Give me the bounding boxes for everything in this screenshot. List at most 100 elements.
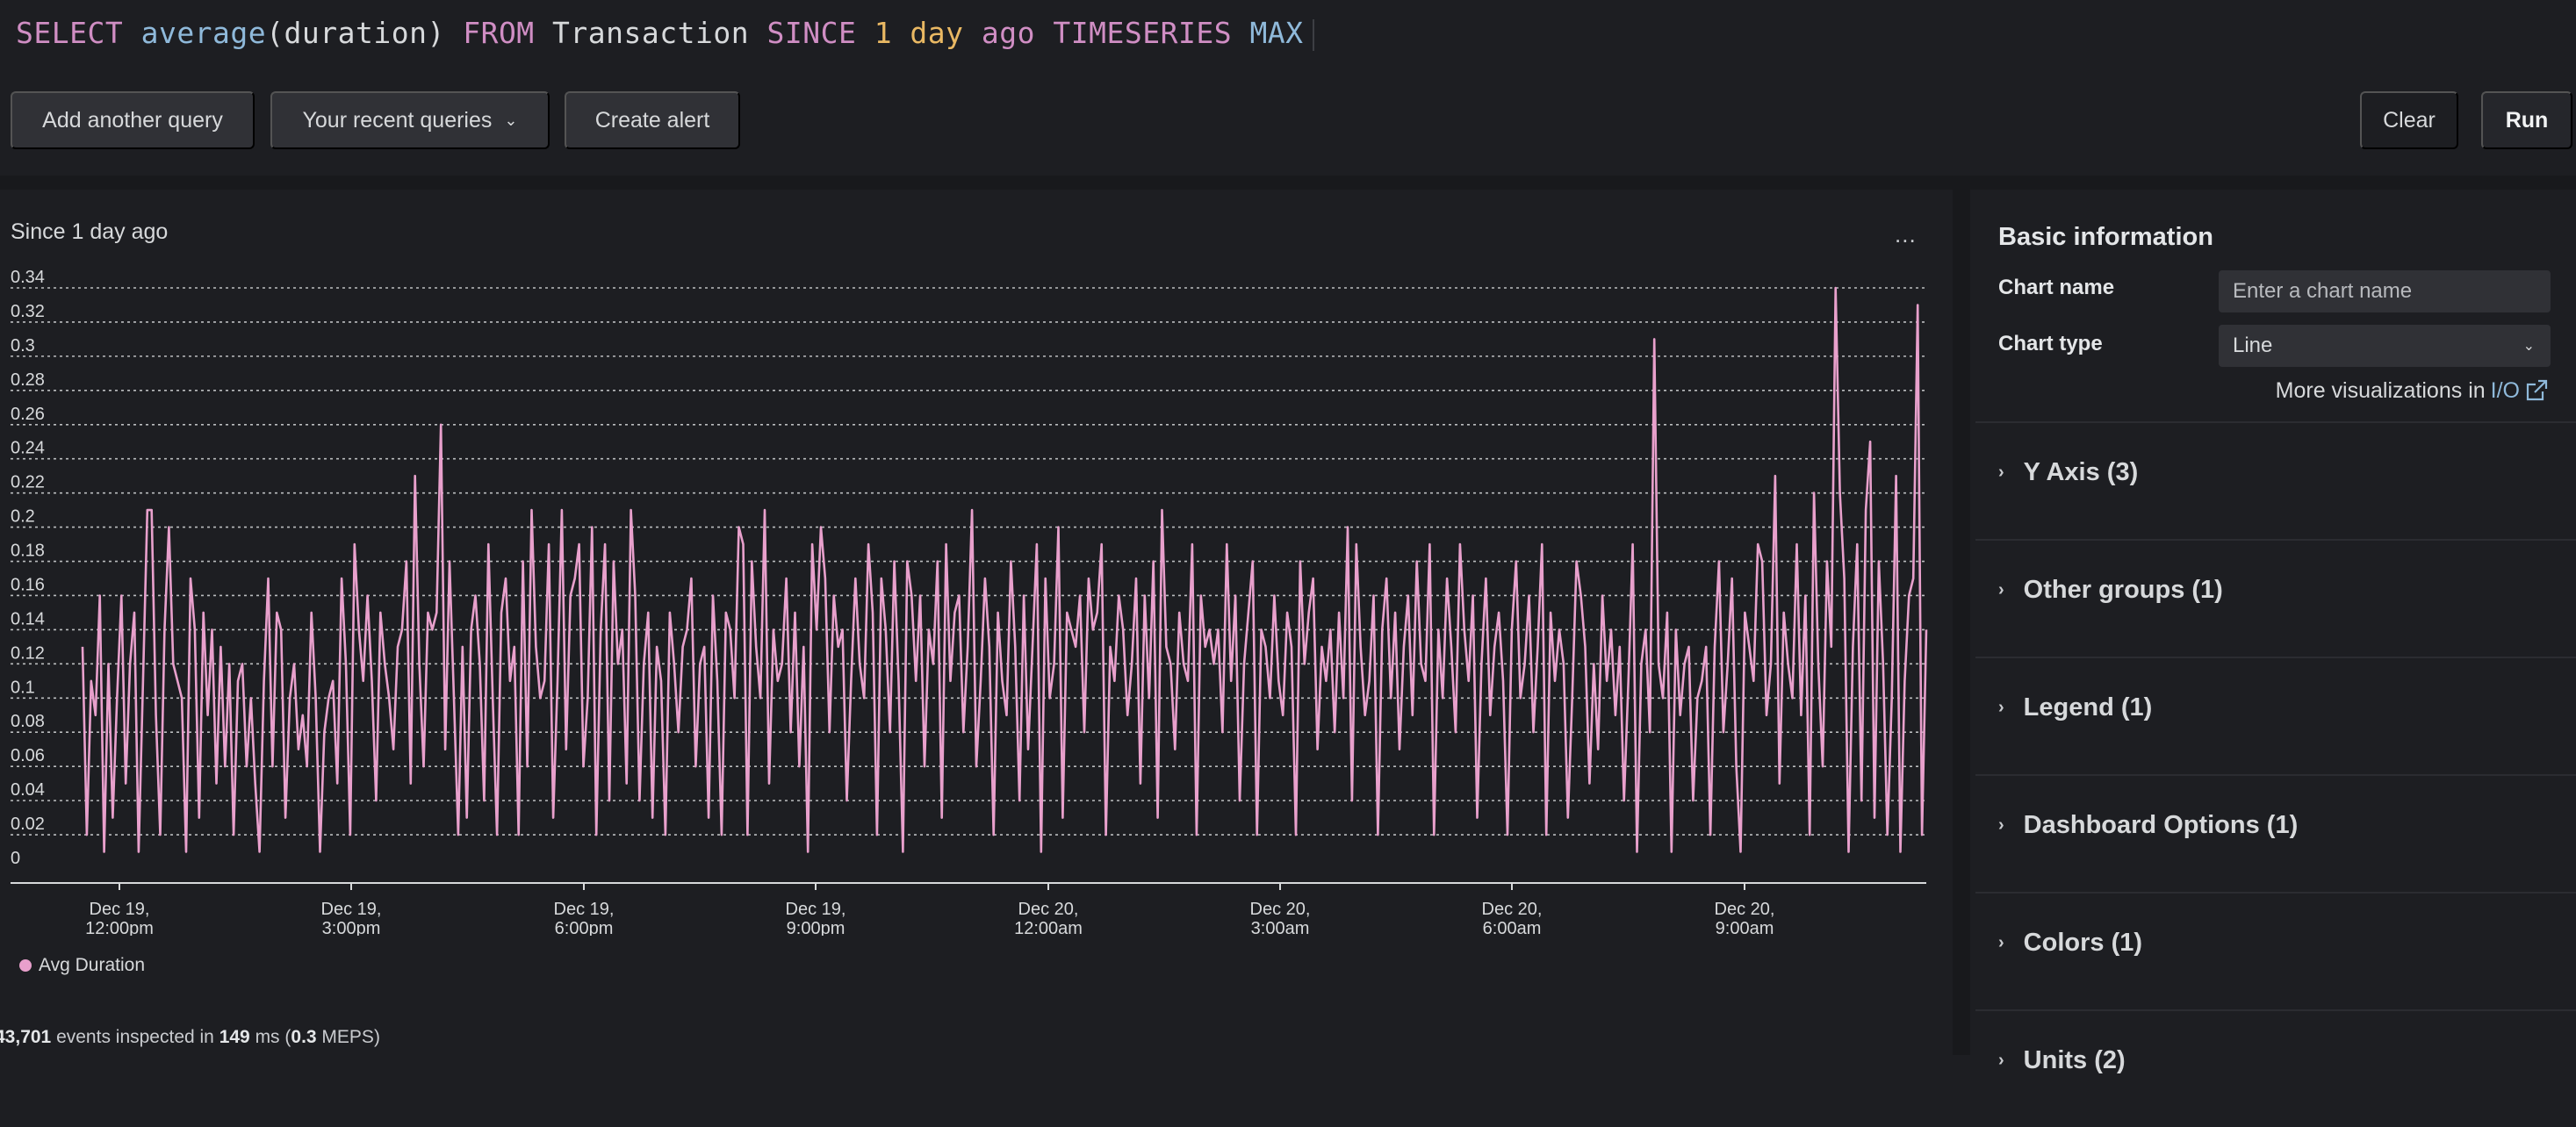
section-label: Y Axis (3) bbox=[2023, 458, 2139, 486]
settings-section[interactable]: › Other groups (1) bbox=[1975, 539, 2576, 657]
legend-swatch bbox=[19, 959, 32, 972]
y-tick-label: 0.08 bbox=[11, 712, 45, 731]
add-another-query-button[interactable]: Add another query bbox=[11, 91, 255, 149]
x-tick-label: 6:00am bbox=[1483, 919, 1542, 936]
nrql-query-text[interactable]: SELECT average(duration) FROM Transactio… bbox=[16, 16, 1314, 51]
query-token: TIMESERIES bbox=[1053, 16, 1250, 50]
y-tick-label: 0 bbox=[11, 849, 20, 868]
y-tick-label: 0.1 bbox=[11, 678, 35, 697]
settings-section[interactable]: › Y Axis (3) bbox=[1975, 421, 2576, 539]
section-label: Dashboard Options (1) bbox=[2023, 811, 2299, 839]
chart-legend[interactable]: Avg Duration bbox=[19, 955, 145, 976]
clear-button[interactable]: Clear bbox=[2360, 91, 2458, 149]
query-token: SELECT bbox=[16, 16, 141, 50]
y-tick-label: 0.22 bbox=[11, 473, 45, 492]
create-alert-label: Create alert bbox=[594, 107, 710, 133]
x-tick-label: 3:00am bbox=[1251, 919, 1310, 936]
chart-type-value: Line bbox=[2233, 334, 2273, 357]
settings-section[interactable]: › Units (2) bbox=[1975, 1009, 2576, 1127]
query-token: SINCE bbox=[766, 16, 874, 50]
x-tick-label: 9:00pm bbox=[787, 919, 845, 936]
y-tick-label: 0.06 bbox=[11, 746, 45, 765]
y-tick-label: 0.12 bbox=[11, 643, 45, 663]
meps-value: 0.3 bbox=[291, 1027, 317, 1047]
y-tick-label: 0.04 bbox=[11, 780, 45, 800]
chevron-down-icon: ⌄ bbox=[504, 111, 518, 129]
x-tick-label: Dec 19, bbox=[554, 900, 615, 919]
events-text: events inspected in bbox=[51, 1027, 219, 1047]
x-tick-label: Dec 20, bbox=[1482, 900, 1543, 919]
recent-queries-label: Your recent queries bbox=[302, 107, 493, 133]
query-token: Transaction bbox=[552, 16, 767, 50]
chart-panel: Since 1 day ago ... 0 0.02 0.04 0.06 0.08 0.1… bbox=[0, 190, 1953, 1055]
more-visualizations: More visualizations in I/O bbox=[2276, 377, 2550, 404]
ms-text: ms ( bbox=[249, 1027, 291, 1047]
query-token: average bbox=[140, 16, 267, 50]
query-token: 1 day bbox=[874, 16, 982, 50]
text-cursor bbox=[1312, 18, 1314, 51]
chart-settings-panel: Basic information Chart name Chart type … bbox=[1970, 190, 2576, 1074]
section-header[interactable]: › Legend (1) bbox=[1998, 693, 2152, 722]
section-header[interactable]: › Y Axis (3) bbox=[1998, 458, 2138, 487]
query-token: ago bbox=[981, 16, 1054, 50]
query-token: MAX bbox=[1249, 16, 1304, 50]
query-token: FROM bbox=[463, 16, 553, 50]
x-tick-label: Dec 19, bbox=[90, 900, 150, 919]
x-tick-label: Dec 20, bbox=[1250, 900, 1311, 919]
chevron-right-icon: › bbox=[1998, 698, 2004, 717]
basic-information-heading: Basic information bbox=[1998, 223, 2213, 251]
section-label: Units (2) bbox=[2023, 1046, 2126, 1074]
y-tick-label: 0.32 bbox=[11, 302, 45, 321]
run-button[interactable]: Run bbox=[2481, 91, 2572, 149]
settings-section[interactable]: › Legend (1) bbox=[1975, 657, 2576, 774]
recent-queries-dropdown[interactable]: Your recent queries ⌄ bbox=[270, 91, 550, 149]
section-header[interactable]: › Units (2) bbox=[1998, 1046, 2126, 1075]
run-label: Run bbox=[2505, 107, 2549, 133]
y-tick-label: 0.26 bbox=[11, 405, 45, 424]
y-tick-label: 0.02 bbox=[11, 815, 45, 834]
y-tick-label: 0.24 bbox=[11, 439, 45, 458]
y-tick-label: 0.16 bbox=[11, 575, 45, 594]
chevron-right-icon: › bbox=[1998, 1051, 2004, 1070]
settings-section[interactable]: › Dashboard Options (1) bbox=[1975, 774, 2576, 892]
section-header[interactable]: › Colors (1) bbox=[1998, 929, 2142, 958]
y-tick-label: 0.2 bbox=[11, 507, 35, 527]
y-tick-label: 0.28 bbox=[11, 370, 45, 390]
chart-name-label: Chart name bbox=[1998, 276, 2115, 299]
y-tick-label: 0.34 bbox=[11, 268, 45, 287]
y-tick-label: 0.14 bbox=[11, 609, 45, 628]
add-another-query-label: Add another query bbox=[42, 107, 223, 133]
more-visualizations-text: More visualizations in bbox=[2275, 377, 2486, 403]
series-line bbox=[81, 286, 1928, 853]
chevron-right-icon: › bbox=[1998, 463, 2004, 482]
x-tick-label: 9:00am bbox=[1716, 919, 1774, 936]
query-toolbar: Add another query Your recent queries ⌄ … bbox=[0, 91, 2576, 149]
events-count: 43,701 bbox=[0, 1027, 52, 1047]
x-tick-label: 12:00am bbox=[1014, 919, 1083, 936]
meps-text: MEPS) bbox=[316, 1027, 380, 1047]
query-editor[interactable]: SELECT average(duration) FROM Transactio… bbox=[0, 0, 2576, 68]
section-header[interactable]: › Other groups (1) bbox=[1998, 576, 2223, 605]
create-alert-button[interactable]: Create alert bbox=[565, 91, 740, 149]
chart-type-label: Chart type bbox=[1998, 332, 2103, 355]
chevron-down-icon: ⌄ bbox=[2522, 339, 2535, 354]
section-label: Legend (1) bbox=[2023, 693, 2153, 721]
external-link-icon[interactable] bbox=[2523, 377, 2550, 404]
x-tick-label: 3:00pm bbox=[322, 919, 381, 936]
settings-section[interactable]: › Colors (1) bbox=[1975, 892, 2576, 1009]
x-tick-label: Dec 19, bbox=[786, 900, 846, 919]
chart-type-select[interactable]: Line ⌄ bbox=[2219, 325, 2551, 367]
y-tick-label: 0.3 bbox=[11, 336, 35, 355]
io-link[interactable]: I/O bbox=[2491, 378, 2520, 404]
chevron-right-icon: › bbox=[1998, 815, 2004, 835]
chart-name-input[interactable] bbox=[2219, 270, 2551, 312]
query-token: (duration) bbox=[266, 16, 464, 50]
legend-label: Avg Duration bbox=[39, 955, 146, 975]
y-tick-label: 0.18 bbox=[11, 542, 45, 561]
section-header[interactable]: › Dashboard Options (1) bbox=[1998, 811, 2298, 840]
x-tick-label: 6:00pm bbox=[555, 919, 614, 936]
chevron-right-icon: › bbox=[1998, 580, 2004, 599]
query-stats: 43,701 events inspected in 149 ms (0.3 M… bbox=[0, 1027, 380, 1048]
x-tick-label: Dec 20, bbox=[1715, 900, 1775, 919]
panel-divider[interactable] bbox=[1953, 190, 1970, 1055]
